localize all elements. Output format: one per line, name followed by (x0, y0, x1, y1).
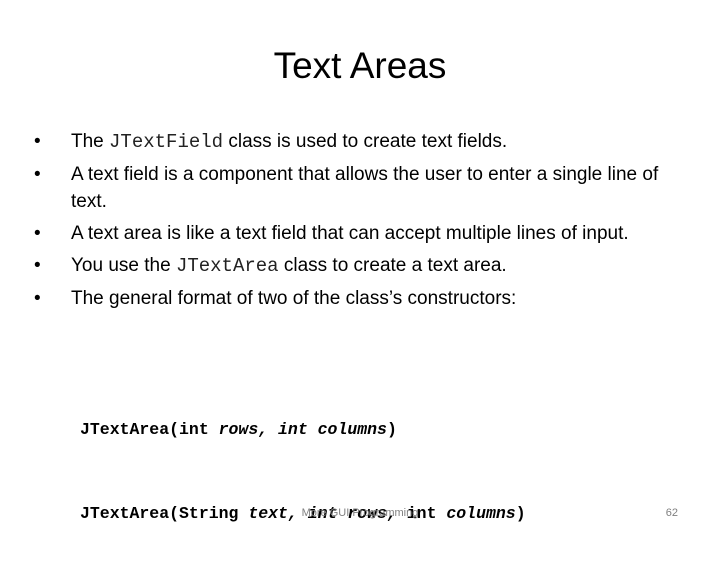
code-segment: JTextArea(int (80, 420, 219, 439)
code-segment: rows, int columns (218, 420, 387, 439)
code-segment: ) (386, 420, 397, 439)
slide-title: Text Areas (273, 45, 447, 86)
bullet-dot-icon: • (34, 255, 41, 276)
bullet-item: • The JTextField class is used to create … (34, 128, 694, 156)
page-number: 62 (665, 507, 678, 519)
bullet-dot-icon: • (34, 288, 41, 309)
bullet-text: A text area is like a text field that ca… (71, 223, 629, 244)
bullet-dot-icon: • (34, 164, 41, 185)
class-name-code: JTextField (109, 131, 224, 153)
slide-footer: More GUI Programming (301, 507, 419, 519)
bullet-item: • A text area is like a text field that c… (34, 220, 694, 247)
bullet-text: class is used to create text fields. (223, 131, 508, 152)
constructor-line: JTextArea(int rows, int columns) (80, 416, 526, 444)
bullet-text: The (71, 131, 110, 152)
bullet-item: • The general format of two of the class’… (34, 285, 694, 312)
bullet-list: • The JTextField class is used to create … (34, 128, 694, 317)
bullet-text: class to create a text area. (278, 255, 507, 276)
bullet-dot-icon: • (34, 131, 41, 152)
constructor-code-block: JTextArea(int rows, int columns) JTextAr… (80, 360, 526, 584)
bullet-dot-icon: • (34, 223, 41, 244)
bullet-item: • You use the JTextArea class to create a… (34, 252, 694, 280)
slide: Text Areas • The JTextField class is used… (0, 0, 720, 540)
class-name-code: JTextArea (175, 255, 279, 277)
bullet-item: • A text field is a component that allows… (34, 161, 694, 215)
bullet-text: The general format of two of the class’s… (71, 288, 517, 309)
bullet-text: A text field is a component that allows … (71, 164, 659, 212)
bullet-text: You use the (71, 255, 176, 276)
